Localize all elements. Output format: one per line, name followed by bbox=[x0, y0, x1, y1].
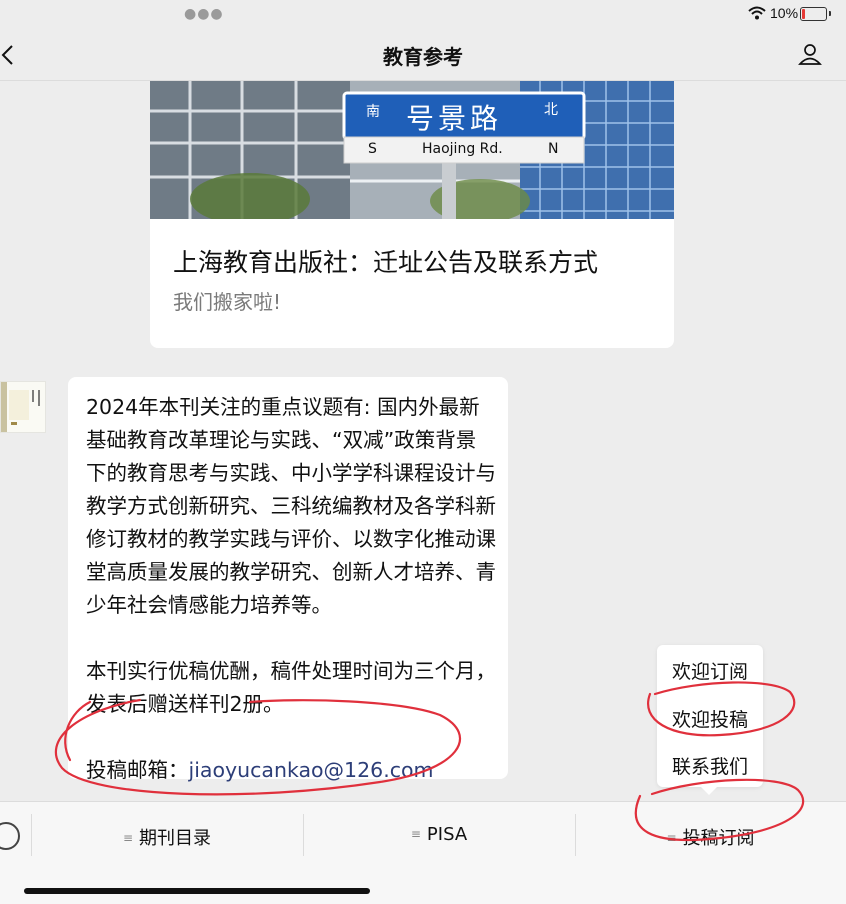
menu-label: PISA bbox=[426, 824, 468, 845]
sign-n-letter: N bbox=[548, 141, 559, 157]
message-paragraph-policy: 本刊实行优稿优酬，稿件处理时间为三个月，发表后赠送样刊2册。 bbox=[86, 659, 496, 716]
menu-label: 期刊目录 bbox=[139, 828, 212, 849]
sign-north-label: 北 bbox=[544, 102, 558, 118]
article-subtitle: 我们搬家啦! bbox=[173, 290, 282, 314]
menu-pisa[interactable]: ≡ PISA bbox=[303, 824, 575, 848]
user-profile-icon[interactable] bbox=[798, 42, 822, 66]
email-label: 投稿邮箱： bbox=[86, 758, 189, 782]
sign-road-name: 号景路 bbox=[406, 102, 503, 135]
article-title: 上海教育出版社：迁址公告及联系方式 bbox=[173, 248, 599, 277]
keyboard-toggle-icon[interactable] bbox=[0, 822, 20, 850]
article-card[interactable]: 号景路 南 北 S Haojing Rd. N 上海教育出版社：迁址公告及联系方… bbox=[150, 81, 674, 348]
status-bar: ●●● 10% bbox=[0, 0, 846, 30]
submission-email-line: 投稿邮箱：jiaoyucankao@126.com bbox=[86, 754, 496, 787]
wifi-icon bbox=[748, 6, 766, 20]
menu-submit-subscribe[interactable]: ≡ 投稿订阅 bbox=[575, 824, 846, 849]
menu-label: 投稿订阅 bbox=[682, 828, 755, 849]
sign-english-name: Haojing Rd. bbox=[422, 141, 503, 157]
account-avatar[interactable] bbox=[0, 381, 46, 433]
message-paragraph-topics: 2024年本刊关注的重点议题有: 国内外最新基础教育改革理论与实践、“双减”政策… bbox=[86, 395, 496, 617]
menu-list-icon: ≡ bbox=[666, 831, 677, 845]
page-title: 教育参考 bbox=[383, 45, 463, 69]
home-indicator[interactable] bbox=[24, 888, 370, 894]
nav-bar: 教育参考 bbox=[0, 30, 846, 81]
submenu-item-subscribe[interactable]: 欢迎订阅 bbox=[657, 657, 763, 684]
menu-issue-catalog[interactable]: ≡ 期刊目录 bbox=[31, 824, 303, 849]
article-cover-image: 号景路 南 北 S Haojing Rd. N bbox=[150, 81, 674, 219]
battery-percentage: 10% bbox=[770, 5, 799, 21]
menu-list-icon: ≡ bbox=[410, 827, 421, 841]
submenu-item-contact[interactable]: 联系我们 bbox=[657, 752, 763, 779]
submenu-item-submit[interactable]: 欢迎投稿 bbox=[657, 705, 763, 732]
submenu-popup: 欢迎订阅 欢迎投稿 联系我们 bbox=[657, 645, 763, 795]
message-bubble: 2024年本刊关注的重点议题有: 国内外最新基础教育改革理论与实践、“双减”政策… bbox=[68, 377, 508, 782]
menu-list-icon: ≡ bbox=[122, 831, 134, 845]
sign-s-letter: S bbox=[368, 141, 377, 157]
battery-icon bbox=[800, 7, 831, 21]
submission-email-link[interactable]: jiaoyucankao@126.com bbox=[189, 758, 434, 782]
multitask-dots-icon[interactable]: ●●● bbox=[184, 6, 224, 22]
sign-south-label: 南 bbox=[366, 104, 380, 120]
